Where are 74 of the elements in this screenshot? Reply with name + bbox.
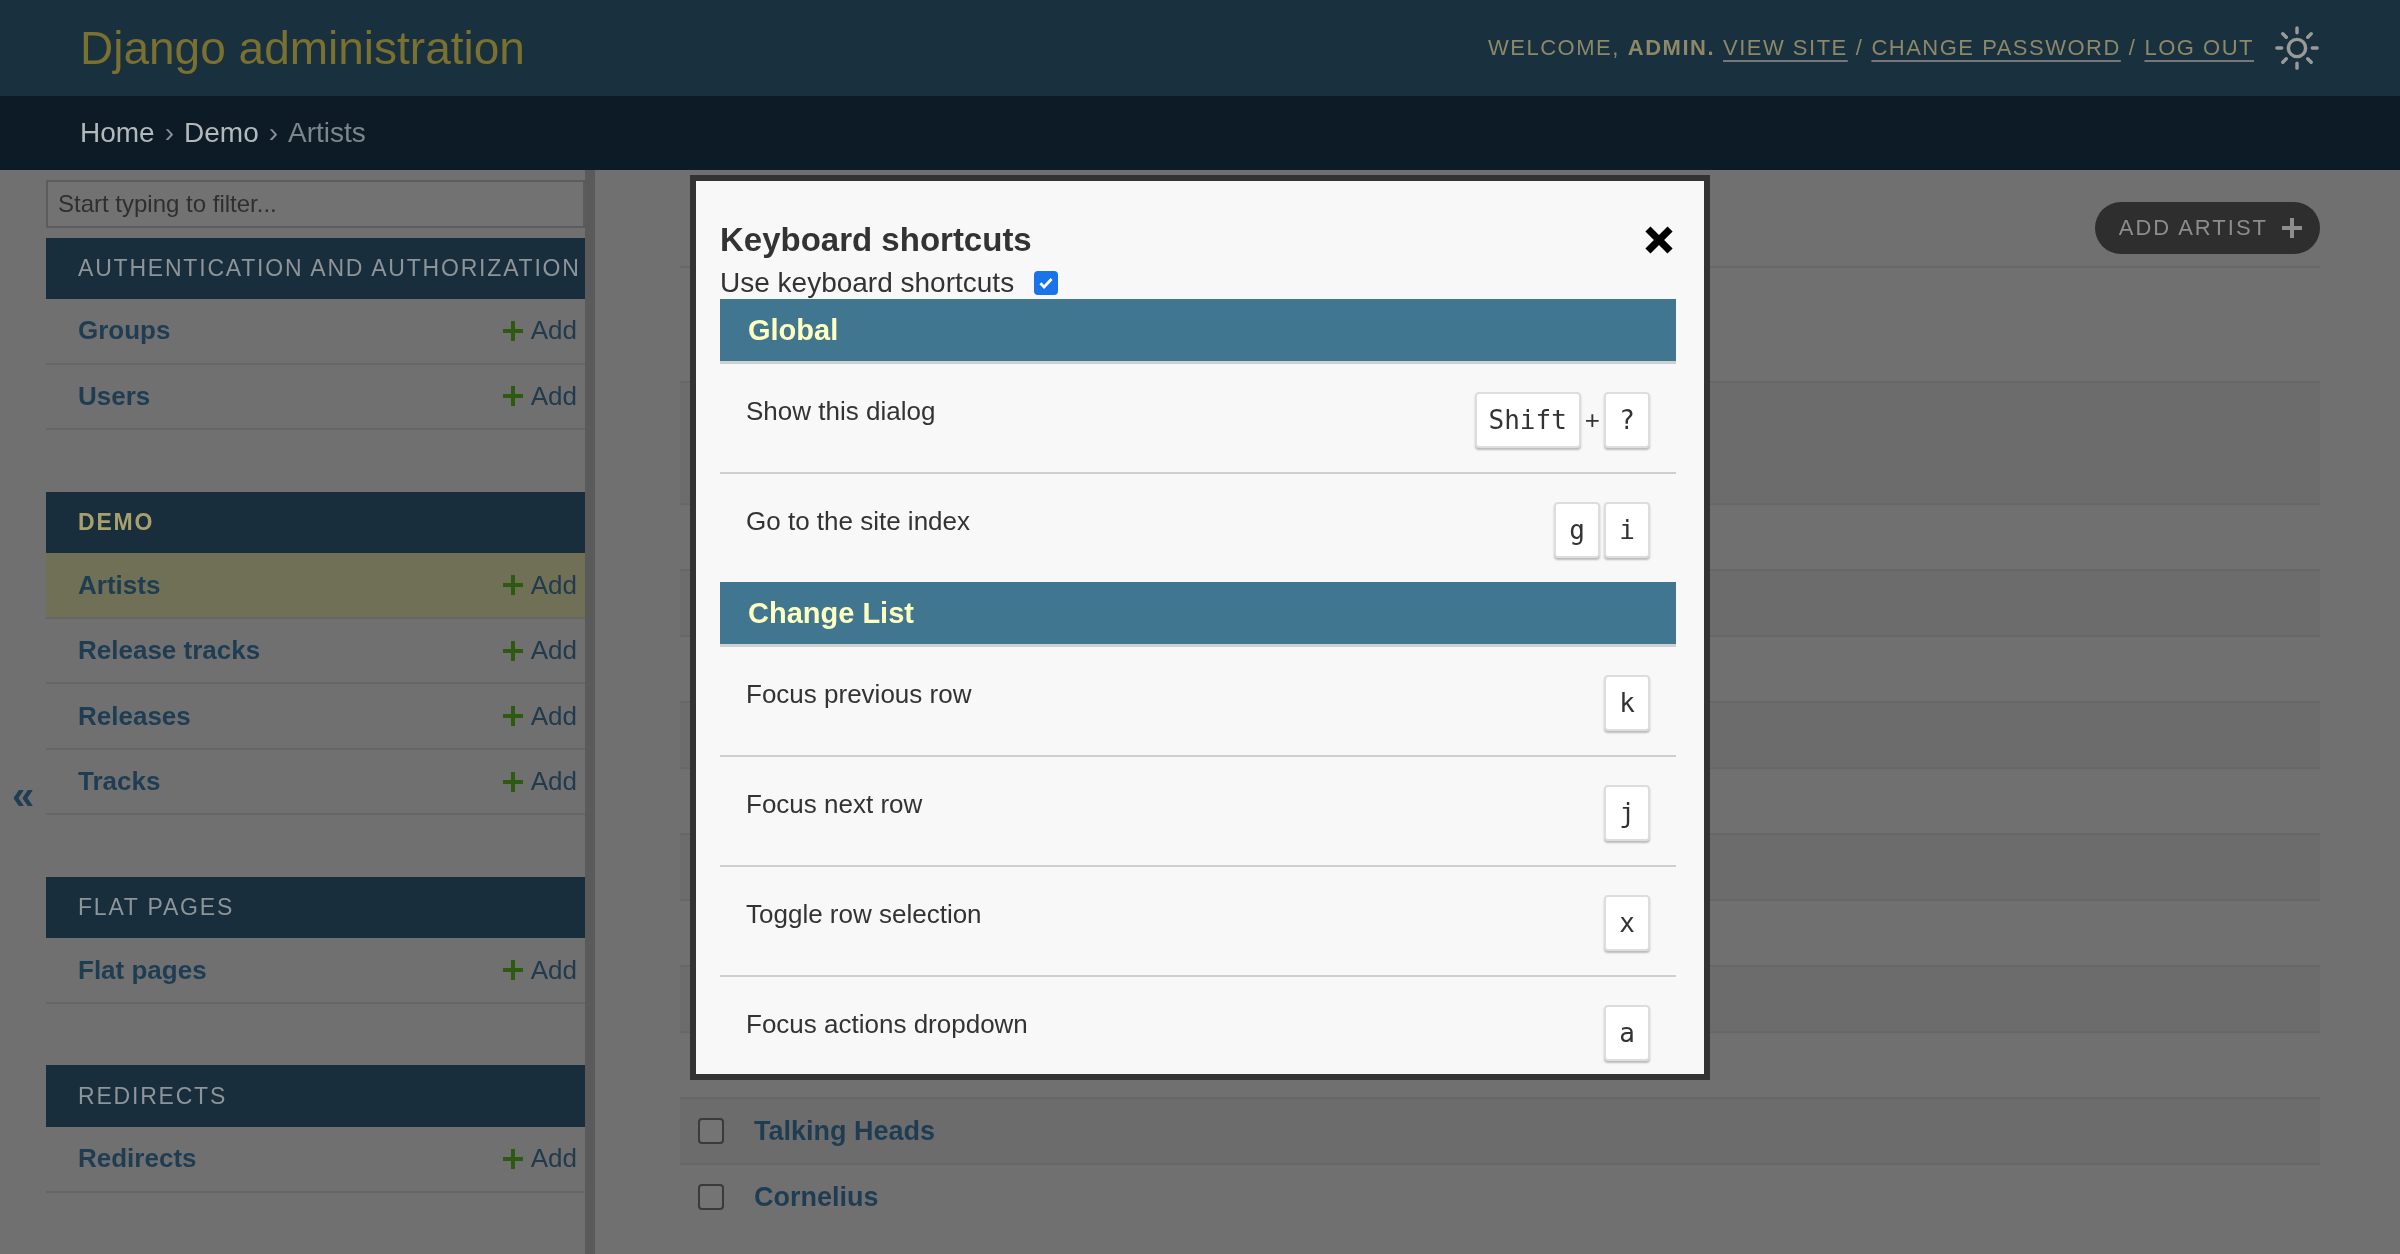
add-artist-button[interactable]: ADD ARTIST xyxy=(2094,202,2320,254)
header-link[interactable]: CHANGE PASSWORD xyxy=(1871,35,2121,61)
add-link[interactable]: Add xyxy=(502,954,577,986)
add-link[interactable]: Add xyxy=(502,635,577,667)
plus-icon xyxy=(502,386,523,407)
breadcrumb-separator: › xyxy=(164,117,175,149)
add-link[interactable]: Add xyxy=(502,569,577,601)
row-checkbox[interactable] xyxy=(698,1184,724,1210)
shortcut-description: Toggle row selection xyxy=(746,899,982,930)
section-header: Global xyxy=(720,299,1676,364)
section-header: Change List xyxy=(720,582,1676,647)
close-icon xyxy=(1642,223,1676,257)
plus-icon xyxy=(2282,218,2302,238)
key-cap: Shift xyxy=(1474,392,1581,448)
key-cap: x xyxy=(1604,895,1650,951)
plus-icon xyxy=(502,960,523,981)
module-header: FLAT PAGES xyxy=(46,876,585,939)
use-shortcuts-checkbox[interactable] xyxy=(1034,271,1059,295)
model-link[interactable]: Tracks xyxy=(78,766,161,798)
header-link[interactable]: VIEW SITE xyxy=(1723,35,1848,61)
module-header: AUTHENTICATION AND AUTHORIZATION xyxy=(46,237,585,300)
breadcrumb-link[interactable]: Demo xyxy=(184,117,259,149)
add-link[interactable]: Add xyxy=(502,380,577,412)
module-header: DEMO xyxy=(46,491,585,554)
filter-field[interactable]: Start typing to filter... xyxy=(46,180,585,228)
model-link[interactable]: Release tracks xyxy=(78,635,261,667)
dialog-title: Keyboard shortcuts xyxy=(720,221,1032,259)
separator: / xyxy=(1855,35,1864,61)
add-link[interactable]: Add xyxy=(502,766,577,798)
key-cap: ? xyxy=(1604,392,1650,448)
key-cap: k xyxy=(1604,675,1650,731)
artist-link[interactable]: Cornelius xyxy=(754,1181,879,1213)
plus-icon xyxy=(502,706,523,727)
plus-icon xyxy=(502,320,523,341)
username: ADMIN. xyxy=(1627,35,1716,61)
shortcut-description: Focus actions dropdown xyxy=(746,1009,1028,1040)
model-link[interactable]: Users xyxy=(78,380,151,412)
shortcut-description: Show this dialog xyxy=(746,396,936,427)
close-button[interactable] xyxy=(1642,223,1676,257)
header-link[interactable]: LOG OUT xyxy=(2144,35,2254,61)
use-shortcuts-label: Use keyboard shortcuts xyxy=(720,267,1015,299)
key-cap: i xyxy=(1604,502,1650,558)
plus-icon xyxy=(502,1148,523,1169)
plus-icon xyxy=(502,640,523,661)
collapse-sidebar-button[interactable]: « xyxy=(0,770,46,820)
add-link[interactable]: Add xyxy=(502,1143,577,1175)
add-link[interactable]: Add xyxy=(502,315,577,347)
separator: / xyxy=(2128,35,2137,61)
site-title[interactable]: Django administration xyxy=(80,21,525,75)
model-link[interactable]: Redirects xyxy=(78,1143,197,1175)
checkmark-icon xyxy=(1038,275,1055,291)
key-cap: g xyxy=(1554,502,1600,558)
theme-toggle-icon[interactable] xyxy=(2274,25,2320,71)
shortcut-description: Focus next row xyxy=(746,789,923,820)
welcome-text: WELCOME, xyxy=(1488,35,1620,61)
model-link[interactable]: Groups xyxy=(78,315,171,347)
model-link[interactable]: Flat pages xyxy=(78,954,207,986)
shortcut-description: Focus previous row xyxy=(746,679,972,710)
model-link[interactable]: Releases xyxy=(78,700,191,732)
add-link[interactable]: Add xyxy=(502,700,577,732)
key-cap: j xyxy=(1604,785,1650,841)
row-checkbox[interactable] xyxy=(698,1118,724,1144)
key-cap: a xyxy=(1604,1005,1650,1061)
breadcrumb-separator: › xyxy=(268,117,279,149)
breadcrumb-link[interactable]: Home xyxy=(80,117,155,149)
sidebar-item[interactable]: Artists Add xyxy=(46,553,585,619)
plus-icon xyxy=(502,771,523,792)
key-joiner: + xyxy=(1584,404,1600,436)
plus-icon xyxy=(502,575,523,596)
artist-link[interactable]: Talking Heads xyxy=(754,1115,936,1147)
current-page-text: Artists xyxy=(288,117,366,149)
module-header: REDIRECTS xyxy=(46,1065,585,1127)
shortcut-description: Go to the site index xyxy=(746,506,971,537)
model-link[interactable]: Artists xyxy=(78,569,161,601)
